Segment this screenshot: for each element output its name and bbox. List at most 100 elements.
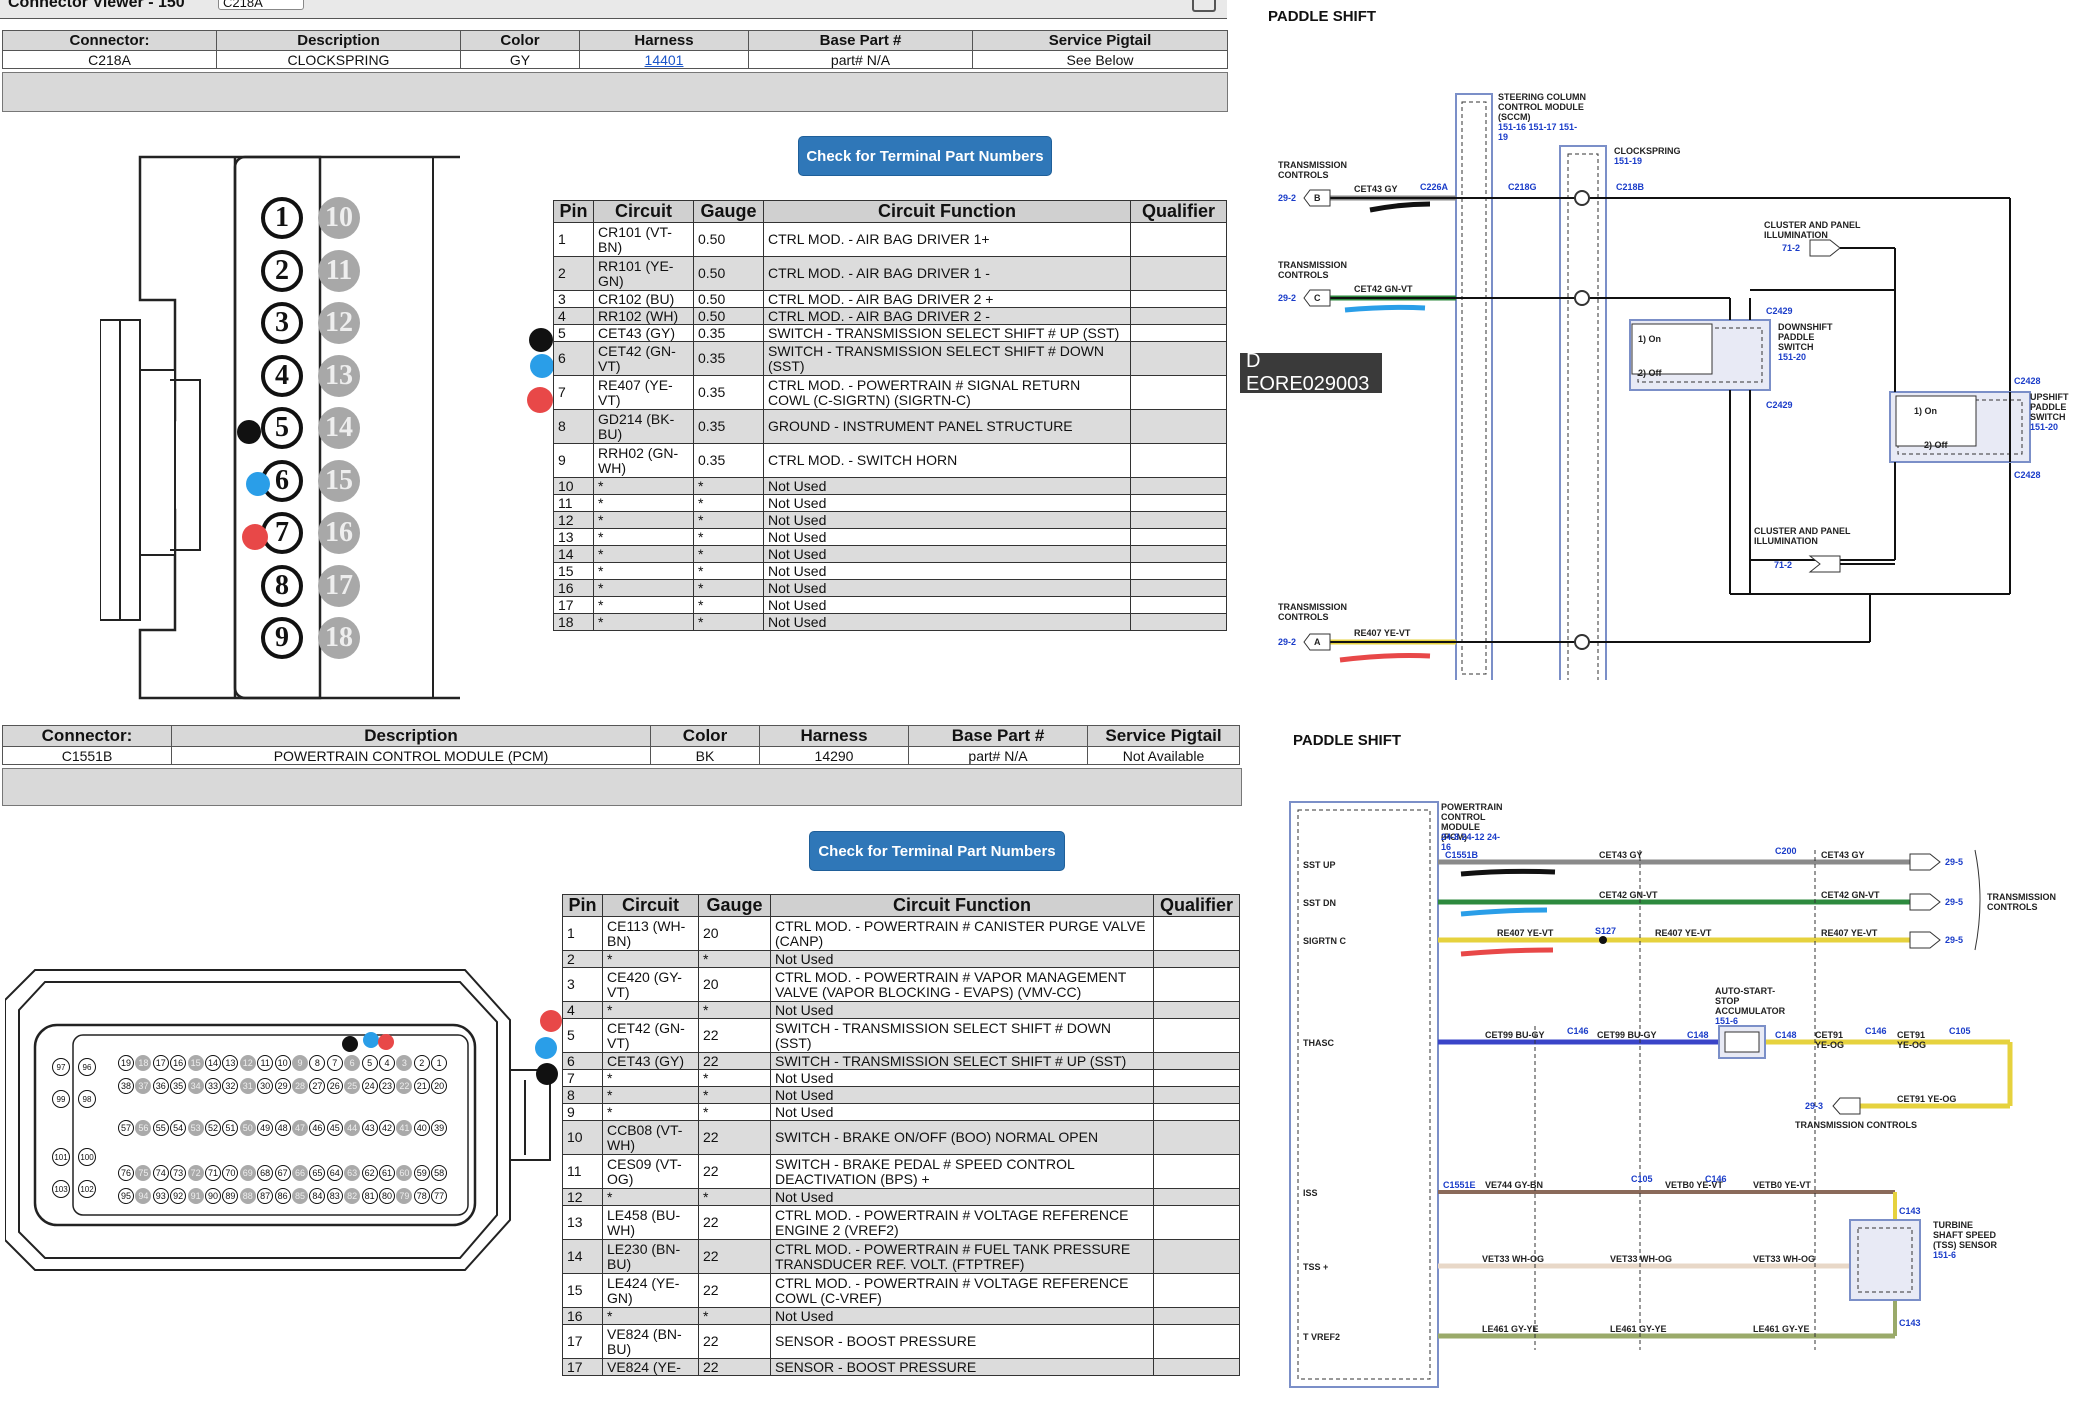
pin-number: 6 — [553, 341, 594, 376]
connector-pin: 12 — [239, 1055, 256, 1071]
wire-cet42-1: CET42 GN-VT — [1599, 890, 1658, 900]
circuit-function: Not Used — [770, 1103, 1154, 1121]
top-pin-table: Pin Circuit Gauge Circuit Function Quali… — [553, 200, 1227, 631]
qualifier — [1130, 596, 1227, 614]
qualifier — [1130, 579, 1227, 597]
pin-number: 16 — [562, 1307, 603, 1325]
pin-row: 10 CCB08 (VT-WH) 22 SWITCH - BRAKE ON/OFF (… — [562, 1120, 1240, 1155]
qualifier — [1153, 1205, 1240, 1240]
wire-re407-3: RE407 YE-VT — [1821, 928, 1878, 938]
connector-pin: 21 — [413, 1078, 430, 1094]
qualifier-col-header: Qualifier — [1153, 894, 1240, 917]
connector-pin: 97 — [52, 1058, 70, 1076]
gauge-col-header: Gauge — [693, 200, 764, 223]
connector-pin: 17 — [152, 1055, 169, 1071]
qualifier-col-header: Qualifier — [1130, 200, 1227, 223]
qualifier — [1130, 409, 1227, 444]
gauge: 22 — [698, 1120, 771, 1155]
switch-off-1: 2) Off — [1638, 368, 1662, 378]
c1551e-label: C1551E — [1443, 1180, 1476, 1190]
pin-number: 17 — [562, 1324, 603, 1359]
blue-marker-row6 — [530, 354, 554, 378]
pin-number: 15 — [562, 1273, 603, 1308]
function-col-header: Circuit Function — [763, 200, 1131, 223]
circuit-function: Not Used — [770, 1307, 1154, 1325]
c2428-a: C2428 — [2014, 376, 2041, 386]
connector-pin: 31 — [239, 1078, 256, 1094]
circuit-function: Not Used — [770, 1001, 1154, 1019]
c146-label-3: C146 — [1705, 1174, 1727, 1184]
color-value: GY — [460, 50, 580, 69]
gauge: * — [693, 545, 764, 563]
connector-pin: 64 — [326, 1165, 343, 1181]
diagram-bottom-title: PADDLE SHIFT — [1293, 732, 1402, 749]
pin-number: 3 — [553, 290, 594, 308]
print-icon[interactable] — [1192, 0, 1216, 12]
switch-on-1: 1) On — [1638, 334, 1662, 344]
pin-col-header: Pin — [562, 894, 603, 917]
connector-pin: 91 — [187, 1188, 204, 1204]
pin-row: 7 * * Not Used — [562, 1069, 1240, 1087]
gauge-col-header: Gauge — [698, 894, 771, 917]
gauge: 22 — [698, 1205, 771, 1240]
connector-pin: 78 — [413, 1188, 430, 1204]
harness-link[interactable]: 14401 — [579, 50, 749, 69]
circuit-function: CTRL MOD. - POWERTRAIN # VOLTAGE REFEREN… — [770, 1273, 1154, 1308]
col-base-part: Base Part # — [748, 30, 973, 51]
pin-row: 5 CET43 (GY) 0.35 SWITCH - TRANSMISSION SEL… — [553, 324, 1227, 342]
qualifier — [1130, 443, 1227, 478]
pin-number: 5 — [553, 324, 594, 342]
connector-pin: 95 — [118, 1188, 134, 1204]
circuit-function: SWITCH - BRAKE ON/OFF (BOO) NORMAL OPEN — [770, 1120, 1154, 1155]
pin-row: 15 * * Not Used — [553, 562, 1227, 580]
upshift-ref: 151-20 — [2030, 422, 2059, 432]
circuit: * — [593, 511, 694, 529]
circuit: CR101 (VT-BN) — [593, 222, 694, 257]
gauge: 22 — [698, 1154, 771, 1189]
base-part-value: part# N/A — [748, 50, 973, 69]
circuit: * — [593, 545, 694, 563]
connector-pin: 88 — [239, 1188, 256, 1204]
circuit: * — [593, 596, 694, 614]
check-terminal-button-top[interactable]: Check for Terminal Part Numbers — [798, 136, 1052, 176]
s127-label: S127 — [1595, 926, 1617, 936]
row-sigrtn-c: SIGRTN C — [1303, 936, 1347, 946]
gauge: * — [698, 950, 771, 968]
gauge: 0.35 — [693, 324, 764, 342]
gauge: 0.35 — [693, 341, 764, 376]
c1551b-label: C1551B — [1445, 850, 1479, 860]
connector-pin: 10 — [318, 197, 360, 239]
wire-cet91-3: CET91 YE-OG — [1897, 1094, 1957, 1104]
harness-value: 14290 — [759, 746, 909, 765]
pin-row: 9 * * Not Used — [562, 1103, 1240, 1121]
ref-29-5-b: 29-5 — [1945, 897, 1964, 907]
circuit: CE113 (WH-BN) — [602, 916, 699, 951]
circuit: * — [593, 613, 694, 631]
pin-row: 14 * * Not Used — [553, 545, 1227, 563]
qualifier — [1130, 222, 1227, 257]
pin-number: 11 — [562, 1154, 603, 1189]
connector-select[interactable]: C218A — [218, 0, 304, 10]
circuit: CR102 (BU) — [593, 290, 694, 308]
pin-number: 12 — [553, 511, 594, 529]
c146-label-1: C146 — [1567, 1026, 1589, 1036]
qualifier — [1153, 1001, 1240, 1019]
service-pigtail-value: Not Available — [1087, 746, 1240, 765]
wire-re407-1: RE407 YE-VT — [1497, 928, 1554, 938]
wire-le461-1: LE461 GY-YE — [1482, 1324, 1539, 1334]
pin-number: 17 — [562, 1358, 603, 1376]
connector-pin: 102 — [78, 1180, 96, 1198]
connector-pin: 45 — [326, 1120, 343, 1136]
pin-number: 16 — [553, 579, 594, 597]
pin-number: 14 — [562, 1239, 603, 1274]
downshift-ref: 151-20 — [1778, 352, 1807, 362]
connector-pin: 43 — [361, 1120, 378, 1136]
pin-row: 8 * * Not Used — [562, 1086, 1240, 1104]
qualifier — [1130, 324, 1227, 342]
wire-cet91-1: CET91 YE-OG — [1815, 1030, 1845, 1050]
gauge: 22 — [698, 1018, 771, 1053]
pin-number: 2 — [562, 950, 603, 968]
pin-row: 2 * * Not Used — [562, 950, 1240, 968]
check-terminal-button-bottom[interactable]: Check for Terminal Part Numbers — [809, 831, 1065, 871]
circuit-function: Not Used — [770, 1086, 1154, 1104]
